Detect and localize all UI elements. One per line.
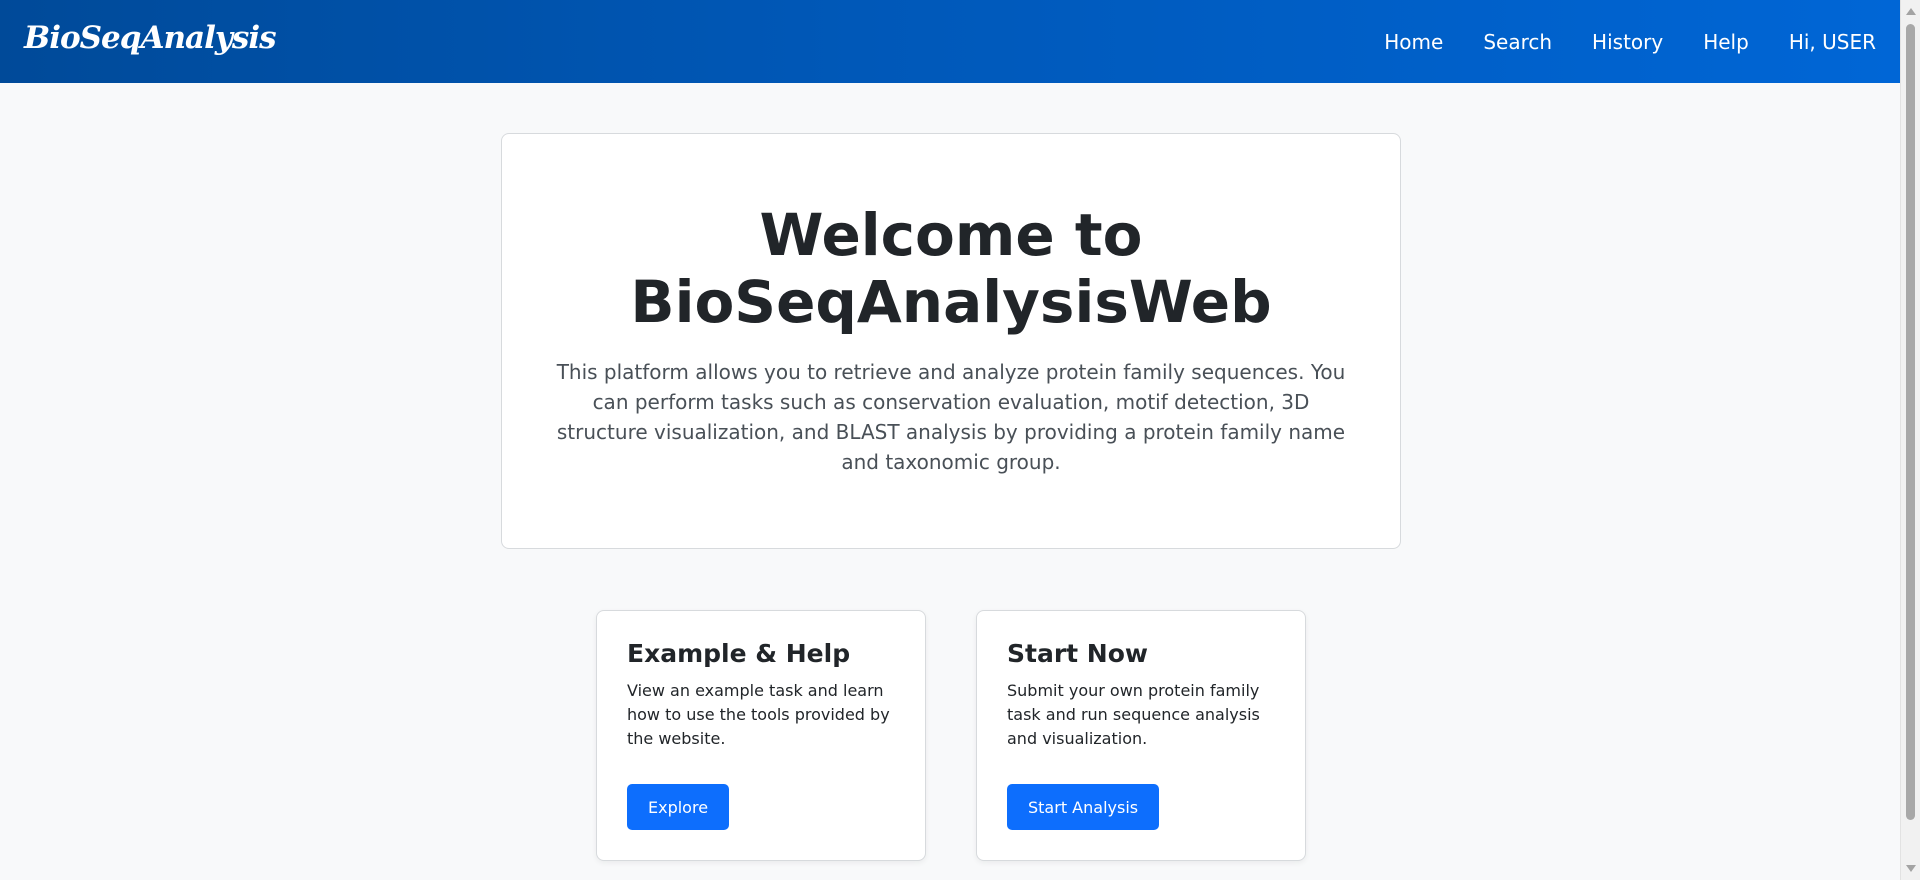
start-now-card: Start Now Submit your own protein family… (976, 610, 1306, 861)
platform-description: This platform allows you to retrieve and… (556, 360, 1346, 474)
title-line-1: Welcome to (759, 201, 1143, 269)
card-title: Start Now (1007, 639, 1149, 668)
welcome-panel: Welcome to BioSeqAnalysisWeb This platfo… (501, 133, 1401, 549)
nav-link-help[interactable]: Help (1703, 30, 1749, 54)
nav-link-home[interactable]: Home (1384, 30, 1443, 54)
scroll-up-arrow-icon[interactable] (1906, 8, 1916, 15)
nav-links: Home Search History Help Hi, USER (1344, 0, 1876, 83)
page-title: Welcome to BioSeqAnalysisWeb (502, 202, 1400, 336)
nav-link-history[interactable]: History (1592, 30, 1663, 54)
scroll-down-arrow-icon[interactable] (1906, 865, 1916, 872)
explore-button[interactable]: Explore (627, 784, 730, 830)
vertical-scrollbar[interactable] (1900, 0, 1920, 880)
card-title: Example & Help (627, 639, 851, 668)
brand-logo[interactable]: BioSeqAnalysis (24, 20, 277, 56)
start-analysis-button[interactable]: Start Analysis (1007, 784, 1160, 830)
user-menu-link[interactable]: Hi, USER (1789, 30, 1876, 54)
card-text: View an example task and learn how to us… (627, 681, 890, 748)
card-text: Submit your own protein family task and … (1007, 681, 1260, 748)
scrollbar-thumb[interactable] (1906, 24, 1915, 820)
nav-link-search[interactable]: Search (1483, 30, 1552, 54)
title-line-2: BioSeqAnalysisWeb (630, 268, 1272, 336)
top-navbar: BioSeqAnalysis Home Search History Help … (0, 0, 1900, 83)
example-help-card: Example & Help View an example task and … (596, 610, 926, 861)
